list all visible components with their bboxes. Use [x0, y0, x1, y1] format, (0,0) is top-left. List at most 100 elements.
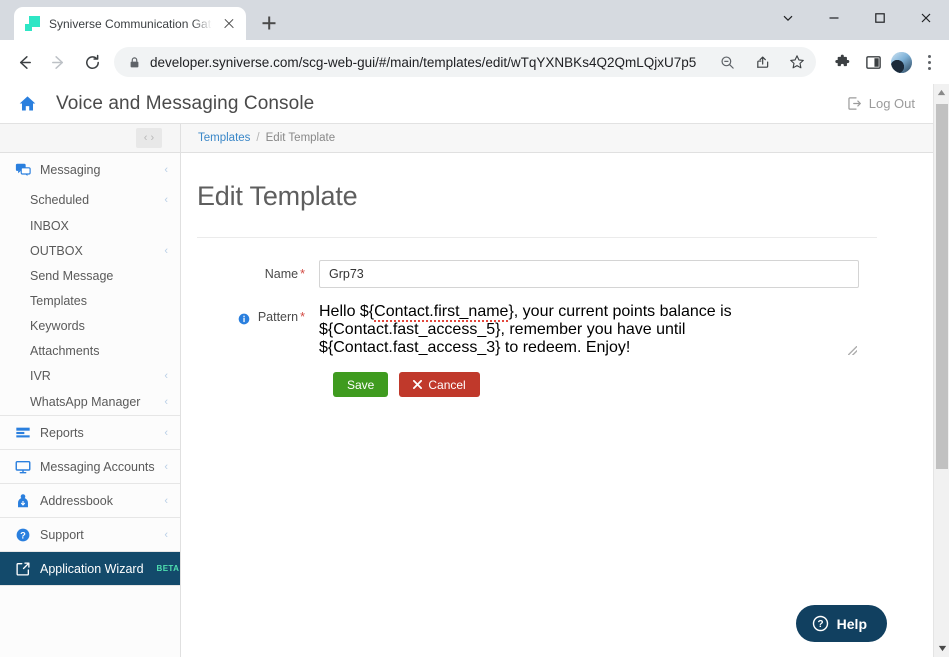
- bookmark-star-icon[interactable]: [784, 49, 810, 75]
- nav-group-support: ? Support ‹: [0, 518, 180, 552]
- main-content: Templates / Edit Template Edit Template …: [181, 124, 933, 657]
- sidebar-item-addressbook[interactable]: Addressbook ‹: [0, 484, 180, 517]
- logout-icon: [847, 96, 862, 111]
- extensions-puzzle-icon[interactable]: [829, 49, 855, 75]
- browser-toolbar: developer.syniverse.com/scg-web-gui/#/ma…: [0, 40, 949, 84]
- chevron-left-icon: ‹: [164, 244, 168, 257]
- external-link-icon: [14, 561, 31, 577]
- sidebar-item-label: Messaging Accounts: [40, 459, 155, 474]
- minimize-icon[interactable]: [811, 0, 857, 36]
- help-button[interactable]: ? Help: [795, 605, 887, 642]
- sidebar-item-label: Reports: [40, 425, 84, 440]
- sidebar-item-label: Templates: [30, 293, 87, 308]
- sidebar-item-label: Keywords: [30, 318, 85, 333]
- page-heading: Edit Template: [197, 181, 358, 211]
- chevron-left-icon: ‹: [164, 395, 168, 408]
- vertical-scrollbar[interactable]: [933, 84, 949, 657]
- sidebar-item-label: INBOX: [30, 218, 69, 233]
- sidebar-item-attachments[interactable]: Attachments: [0, 338, 180, 363]
- form-row-pattern: Pattern * Hello ${Contact.first_name}, yo…: [197, 303, 897, 357]
- name-label: Name *: [197, 260, 319, 281]
- logout-button[interactable]: Log Out: [847, 96, 915, 111]
- window-controls: [765, 0, 949, 36]
- browser-window: Syniverse Communication Gatew…: [0, 0, 949, 657]
- scrollbar-thumb[interactable]: [936, 104, 948, 469]
- monitor-icon: [14, 459, 31, 475]
- form-actions: Save Cancel: [333, 372, 897, 397]
- chevron-left-icon: ‹: [164, 460, 168, 473]
- sidebar-item-messaging-accounts[interactable]: Messaging Accounts ‹: [0, 450, 180, 483]
- new-tab-button[interactable]: [254, 8, 284, 38]
- sidebar-item-ivr[interactable]: IVR ‹: [0, 363, 180, 388]
- page-viewport: Voice and Messaging Console Log Out ‹ ›: [0, 84, 949, 657]
- close-icon[interactable]: [220, 15, 238, 33]
- breadcrumb-separator: /: [256, 132, 260, 144]
- back-arrow-icon[interactable]: [8, 46, 40, 78]
- sidebar-item-label: Messaging: [40, 162, 101, 177]
- logout-label: Log Out: [868, 96, 915, 111]
- chevron-left-icon: ‹: [164, 163, 168, 176]
- sidebar-item-messaging[interactable]: Messaging ‹: [0, 153, 180, 186]
- sidebar-item-templates[interactable]: Templates: [0, 288, 180, 313]
- chevron-down-icon[interactable]: [765, 0, 811, 36]
- kebab-menu-icon[interactable]: [917, 50, 941, 74]
- side-panel-icon[interactable]: [860, 49, 886, 75]
- nav-group-application-wizard: Application Wizard BETA: [0, 552, 180, 586]
- chevron-left-icon: ‹: [164, 528, 168, 541]
- title-divider: [197, 237, 877, 238]
- sidebar-item-keywords[interactable]: Keywords: [0, 313, 180, 338]
- scroll-down-arrow-icon[interactable]: [934, 640, 949, 657]
- sidebar-item-application-wizard[interactable]: Application Wizard BETA: [0, 552, 180, 585]
- chevron-left-icon: ‹: [164, 193, 168, 206]
- reload-icon[interactable]: [76, 46, 108, 78]
- profile-avatar[interactable]: [891, 51, 912, 73]
- addressbook-icon: [14, 493, 31, 509]
- sidebar-item-reports[interactable]: Reports ‹: [0, 416, 180, 449]
- sidebar-item-label: Scheduled: [30, 192, 90, 207]
- sidebar-item-label: Application Wizard: [40, 561, 144, 576]
- sidebar-item-whatsapp-manager[interactable]: WhatsApp Manager ‹: [0, 388, 180, 415]
- reports-icon: [14, 425, 31, 441]
- info-circle-icon[interactable]: [238, 312, 253, 326]
- sidebar-item-label: Send Message: [30, 268, 114, 283]
- name-input[interactable]: [319, 260, 859, 288]
- home-icon[interactable]: [18, 94, 44, 113]
- address-bar[interactable]: developer.syniverse.com/scg-web-gui/#/ma…: [114, 47, 816, 77]
- sidebar-item-inbox[interactable]: INBOX: [0, 213, 180, 238]
- share-icon[interactable]: [749, 49, 775, 75]
- pattern-text-misspelled: Contact.first_name: [374, 303, 509, 322]
- sidebar-item-scheduled[interactable]: Scheduled ‹: [0, 186, 180, 213]
- chevron-left-icon: ‹: [164, 494, 168, 507]
- sidebar-submenu-messaging: Scheduled ‹ INBOX OUTBOX ‹ Send Message …: [0, 186, 180, 415]
- syniverse-logo-icon: [25, 15, 41, 32]
- browser-tab[interactable]: Syniverse Communication Gatew…: [14, 7, 246, 40]
- form-row-name: Name *: [197, 260, 897, 288]
- nav-group-messaging-accounts: Messaging Accounts ‹: [0, 450, 180, 484]
- chevron-left-icon: ‹: [164, 426, 168, 439]
- sidebar-item-send-message[interactable]: Send Message: [0, 263, 180, 288]
- tab-strip: Syniverse Communication Gatew…: [0, 0, 284, 40]
- breadcrumb-link-templates[interactable]: Templates: [198, 132, 250, 144]
- maximize-icon[interactable]: [857, 0, 903, 36]
- x-icon: [413, 380, 423, 389]
- question-circle-icon: ?: [812, 615, 829, 632]
- required-asterisk: *: [300, 267, 305, 281]
- sidebar-item-support[interactable]: ? Support ‹: [0, 518, 180, 551]
- save-button[interactable]: Save: [333, 372, 389, 397]
- cancel-button[interactable]: Cancel: [399, 372, 480, 397]
- sidebar-collapse-toggle[interactable]: ‹ ›: [136, 128, 162, 148]
- sidebar-item-outbox[interactable]: OUTBOX ‹: [0, 238, 180, 263]
- forward-arrow-icon[interactable]: [42, 46, 74, 78]
- help-label: Help: [836, 615, 867, 632]
- close-window-icon[interactable]: [903, 0, 949, 36]
- sidebar-item-label: IVR: [30, 368, 51, 383]
- pattern-textarea[interactable]: Hello ${Contact.first_name}, your curren…: [319, 303, 859, 357]
- nav-group-reports: Reports ‹: [0, 416, 180, 450]
- sidebar-item-label: Addressbook: [40, 493, 113, 508]
- page-title: Voice and Messaging Console: [56, 92, 315, 114]
- scroll-up-arrow-icon[interactable]: [934, 84, 949, 101]
- zoom-out-icon[interactable]: [714, 49, 740, 75]
- sidebar-item-label: Attachments: [30, 343, 100, 358]
- sidebar-item-label: OUTBOX: [30, 243, 83, 258]
- pattern-label: Pattern *: [197, 303, 319, 326]
